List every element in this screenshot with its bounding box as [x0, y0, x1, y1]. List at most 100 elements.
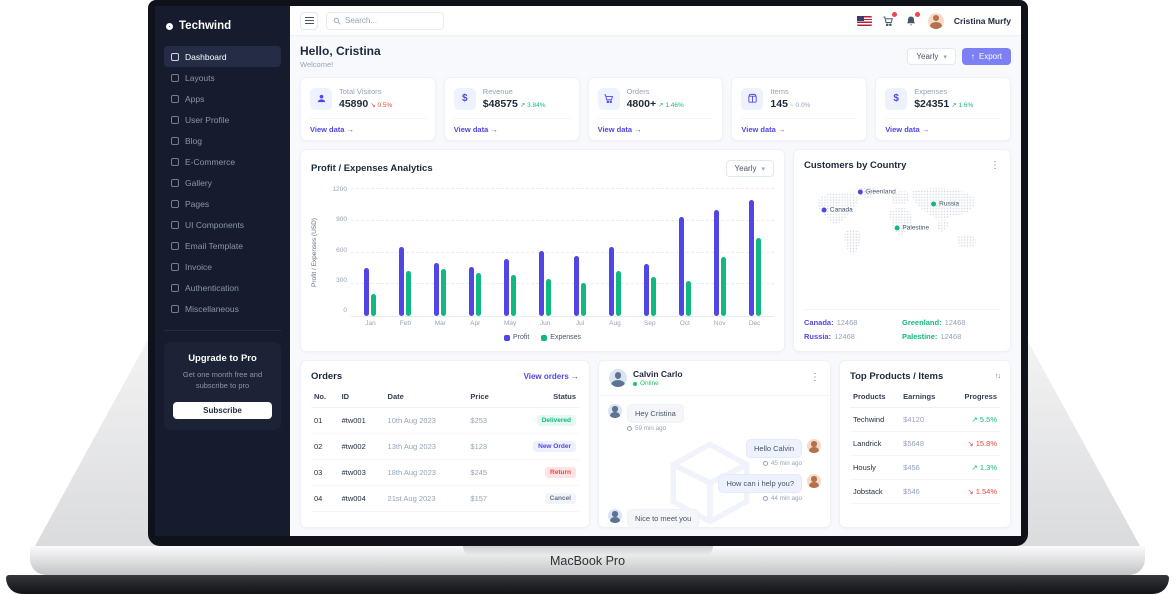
- sidebar-item-ecommerce[interactable]: E-Commerce: [164, 151, 281, 172]
- stat-card-items: Items 145~ 0.0% View data →: [731, 77, 867, 141]
- us-flag-icon[interactable]: [857, 16, 872, 26]
- macbook-base: MacBook Pro: [30, 546, 1145, 575]
- bar-group: [353, 189, 388, 316]
- product-row: Landrick$5648↘ 15.8%: [850, 432, 1000, 456]
- message-time: 44 min ago: [763, 495, 802, 502]
- column-header: Products: [850, 386, 900, 408]
- stats-row: Total Visitors 45890↘ 0.5% View data → $…: [300, 77, 1011, 141]
- message-bubble: Hello Calvin: [746, 439, 802, 458]
- sidebar-item-ui-components[interactable]: UI Components: [164, 214, 281, 235]
- x-axis-label: Feb: [388, 320, 423, 327]
- sidebar-item-gallery[interactable]: Gallery: [164, 172, 281, 193]
- subscribe-button[interactable]: Subscribe: [173, 402, 272, 419]
- profit-bar: [469, 267, 474, 316]
- box-icon: [741, 88, 763, 110]
- x-axis-label: Jun: [528, 320, 563, 327]
- techwind-logo-icon: [166, 23, 173, 30]
- user-avatar[interactable]: [928, 13, 944, 29]
- sidebar-item-email-template[interactable]: Email Template: [164, 235, 281, 256]
- orders-title: Orders: [311, 371, 342, 382]
- profit-bar: [539, 251, 544, 316]
- column-header: Progress: [950, 386, 1000, 408]
- product-row: Jobstack$546↘ 1.54%: [850, 480, 1000, 504]
- view-data-link[interactable]: View data →: [741, 118, 857, 140]
- world-map: CanadaGreenlandRussiaPalestine: [804, 175, 1000, 305]
- sidebar-item-label: Layouts: [185, 73, 215, 83]
- sidebar-item-blog[interactable]: Blog: [164, 130, 281, 151]
- cart-button[interactable]: [882, 14, 895, 27]
- brand-name: Techwind: [179, 20, 231, 32]
- export-button[interactable]: ↑Export: [962, 48, 1011, 65]
- sidebar-nav: Dashboard Layouts Apps User Profile Blog…: [164, 46, 281, 319]
- menu-toggle-button[interactable]: [300, 12, 318, 30]
- x-axis-label: Sep: [632, 320, 667, 327]
- products-title: Top Products / Items: [850, 371, 943, 382]
- gallery-icon: [171, 179, 179, 187]
- expenses-bar: [511, 275, 516, 316]
- clock-icon: [763, 496, 768, 501]
- sidebar-item-label: UI Components: [185, 220, 244, 230]
- status-badge: Cancel: [545, 493, 576, 504]
- map-stat-canada: Canada:12468: [804, 318, 902, 327]
- profit-bar: [574, 256, 579, 316]
- notifications-button[interactable]: [905, 14, 918, 27]
- chart-legend: Profit Expenses: [311, 334, 774, 341]
- chart-period-select[interactable]: Yearly▾: [726, 160, 774, 177]
- brand[interactable]: Techwind: [166, 20, 279, 32]
- expenses-bar: [686, 281, 691, 316]
- sidebar-item-dashboard[interactable]: Dashboard: [164, 46, 281, 67]
- x-axis-label: Apr: [458, 320, 493, 327]
- expenses-bar: [476, 273, 481, 316]
- period-select[interactable]: Yearly▾: [907, 48, 955, 65]
- sidebar-item-label: Pages: [185, 199, 209, 209]
- sidebar-item-miscellaneous[interactable]: Miscellaneous: [164, 298, 281, 319]
- bar-group: [632, 189, 667, 316]
- order-row: 03#tw00318th Aug 2023$245Return: [311, 460, 579, 486]
- sort-icon[interactable]: ↑↓: [995, 373, 1000, 380]
- cart-badge: [892, 12, 897, 17]
- expenses-bar: [371, 294, 376, 316]
- view-data-link[interactable]: View data →: [310, 118, 426, 140]
- sidebar-item-invoice[interactable]: Invoice: [164, 256, 281, 277]
- chat-header: Calvin Carlo Online ⋮: [599, 361, 830, 396]
- column-header: Date: [385, 386, 468, 408]
- sidebar-item-layouts[interactable]: Layouts: [164, 67, 281, 88]
- top-products-card: Top Products / Items ↑↓ Products Earning…: [839, 360, 1011, 528]
- sidebar-divider: [164, 330, 281, 331]
- x-axis-label: Nov: [702, 320, 737, 327]
- user-name[interactable]: Cristina Murfy: [954, 16, 1011, 26]
- customers-map-card: Customers by Country ⋮: [793, 149, 1011, 352]
- sidebar-item-user-profile[interactable]: User Profile: [164, 109, 281, 130]
- bar-group: [528, 189, 563, 316]
- products-table: Products Earnings Progress Techwind$4120…: [850, 386, 1000, 504]
- page-content: Hello, Cristina Welcome! Yearly▾ ↑Export: [290, 36, 1021, 536]
- legend-expenses: Expenses: [541, 334, 581, 341]
- chat-menu-button[interactable]: ⋮: [810, 373, 820, 383]
- legend-profit: Profit: [504, 334, 529, 341]
- view-data-link[interactable]: View data →: [885, 118, 1001, 140]
- macbook-hinge-notch: [463, 546, 713, 556]
- map-menu-button[interactable]: ⋮: [990, 161, 1000, 171]
- search-box[interactable]: [326, 12, 444, 30]
- view-data-link[interactable]: View data →: [454, 118, 570, 140]
- profit-bar: [504, 259, 509, 316]
- sidebar-item-apps[interactable]: Apps: [164, 88, 281, 109]
- chart-y-axis: 12009006003000: [325, 186, 347, 314]
- page-header: Hello, Cristina Welcome! Yearly▾ ↑Export: [300, 44, 1011, 69]
- sidebar-item-authentication[interactable]: Authentication: [164, 277, 281, 298]
- cristina-avatar: [807, 439, 821, 453]
- chart-bars: [351, 189, 774, 316]
- chart-period-value: Yearly: [735, 164, 757, 173]
- sidebar-item-pages[interactable]: Pages: [164, 193, 281, 214]
- view-data-link[interactable]: View data →: [598, 118, 714, 140]
- message-bubble: How can i help you?: [718, 474, 802, 493]
- clock-icon: [763, 461, 768, 466]
- sidebar-item-label: Blog: [185, 136, 202, 146]
- view-orders-link[interactable]: View orders →: [524, 372, 579, 381]
- email-template-icon: [171, 242, 179, 250]
- search-input[interactable]: [345, 16, 437, 25]
- stat-value: $48575: [483, 98, 518, 110]
- profit-bar: [364, 268, 369, 316]
- chat-message: Hello Calvin 45 min ago: [608, 439, 821, 467]
- upgrade-title: Upgrade to Pro: [173, 353, 272, 364]
